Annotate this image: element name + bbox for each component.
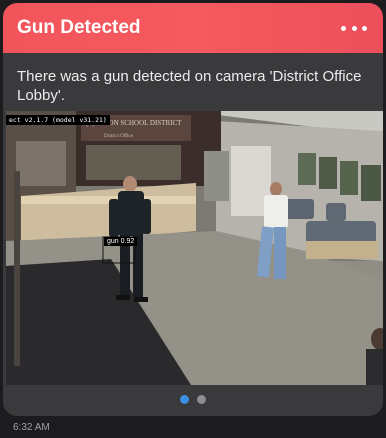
camera-snapshot[interactable]: [?]-UNION SCHOOL DISTRICT District Offic… bbox=[6, 111, 383, 385]
more-options-icon[interactable] bbox=[341, 21, 367, 35]
dot bbox=[351, 25, 357, 31]
page-indicator[interactable] bbox=[3, 395, 383, 405]
alert-header: Gun Detected bbox=[3, 3, 383, 53]
alert-title: Gun Detected bbox=[17, 17, 141, 38]
dot bbox=[362, 25, 367, 31]
model-version-label: ect v2.1.7 (model v31.21) bbox=[6, 115, 110, 125]
detection-label: gun 0.92 bbox=[104, 237, 138, 246]
page-dot[interactable] bbox=[197, 395, 206, 404]
sign-subtext: District Office bbox=[104, 134, 134, 139]
dot bbox=[341, 25, 346, 31]
alert-message: There was a gun detected on camera 'Dist… bbox=[17, 68, 362, 104]
timestamp: 6:32 AM bbox=[13, 422, 50, 433]
page-dot-active[interactable] bbox=[180, 395, 189, 404]
camera-scene-image: [?]-UNION SCHOOL DISTRICT District Offic… bbox=[6, 111, 383, 385]
alert-card[interactable]: Gun Detected There was a gun detected on… bbox=[3, 3, 383, 416]
